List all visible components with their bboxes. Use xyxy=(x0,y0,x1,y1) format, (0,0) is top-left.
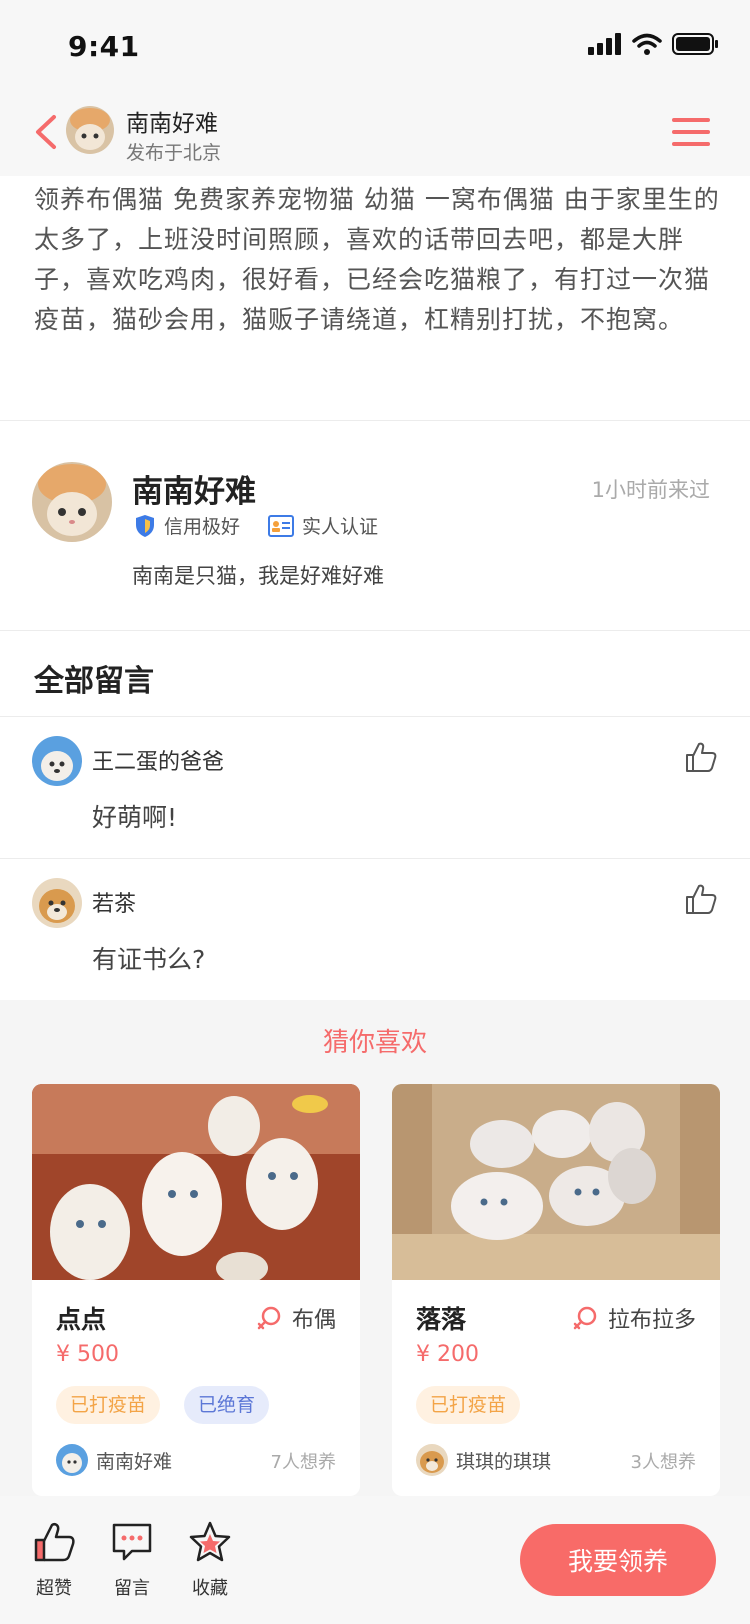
pet-tags: 已打疫苗 已绝育 xyxy=(56,1386,270,1424)
recommend-title: 猜你喜欢 xyxy=(322,1028,427,1058)
pet-breed-label: 拉布拉多 xyxy=(607,1308,696,1333)
want-count: 3人想养 xyxy=(630,1452,696,1473)
last-seen-time: 1小时前来过 xyxy=(591,478,710,502)
publish-location: 发布于北京 xyxy=(126,142,222,164)
credit-badge: 信用极好 xyxy=(134,512,240,539)
owner-name: 琪琪的琪琪 xyxy=(456,1450,552,1473)
pet-name: 落落 xyxy=(416,1305,467,1334)
battery-icon xyxy=(672,33,718,55)
commenter-name[interactable]: 若茶 xyxy=(92,886,136,918)
female-icon xyxy=(257,1306,281,1330)
divider xyxy=(0,858,750,859)
shield-icon xyxy=(136,514,154,537)
pet-card[interactable]: 点点 布偶 ¥ 500 已打疫苗 已绝育 南南好难 7人想养 xyxy=(32,1084,360,1496)
like-label: 超赞 xyxy=(36,1578,72,1599)
commenter-avatar[interactable] xyxy=(32,736,82,786)
wifi-icon xyxy=(632,33,662,55)
publisher-name[interactable]: 南南好难 xyxy=(126,104,218,138)
comment-item: 王二蛋的爸爸 好萌啊! xyxy=(0,720,750,860)
thumbs-up-icon[interactable] xyxy=(684,740,718,774)
pet-name: 点点 xyxy=(56,1305,107,1334)
neutered-tag: 已绝育 xyxy=(184,1386,270,1424)
recommend-section: 猜你喜欢 点点 布偶 ¥ 500 已打疫苗 已绝育 南南好难 7人想养 落落 拉… xyxy=(0,1000,750,1496)
owner-avatar xyxy=(56,1444,88,1476)
verified-badge: 实人认证 xyxy=(268,512,378,539)
owner-info: 琪琪的琪琪 xyxy=(416,1444,551,1476)
bottom-action-bar: 超赞 留言 收藏 我要领养 xyxy=(0,1496,750,1624)
favorite-button[interactable]: 收藏 xyxy=(180,1520,240,1600)
verified-badge-label: 实人认证 xyxy=(302,516,379,538)
like-button[interactable]: 超赞 xyxy=(24,1520,84,1600)
star-icon xyxy=(189,1521,231,1562)
credit-badge-label: 信用极好 xyxy=(164,516,241,538)
commenter-avatar[interactable] xyxy=(32,878,82,928)
thumbs-up-icon xyxy=(34,1522,75,1562)
pet-price: ¥ 500 xyxy=(56,1342,119,1367)
avatar[interactable] xyxy=(66,106,114,154)
vaccinated-tag: 已打疫苗 xyxy=(416,1386,521,1424)
publisher-name-large[interactable]: 南南好难 xyxy=(132,466,256,511)
pet-tags: 已打疫苗 xyxy=(416,1386,521,1424)
thumbs-up-icon[interactable] xyxy=(684,882,718,916)
comment-text: 好萌啊! xyxy=(92,803,178,832)
commenter-name[interactable]: 王二蛋的爸爸 xyxy=(92,744,224,776)
nav-bar: 南南好难 发布于北京 xyxy=(0,88,750,176)
vaccinated-tag: 已打疫苗 xyxy=(56,1386,161,1424)
id-card-icon xyxy=(268,514,295,537)
comment-item: 若茶 有证书么? xyxy=(0,862,750,1002)
female-icon xyxy=(573,1306,597,1330)
status-icons xyxy=(588,32,720,56)
post-description: 领养布偶猫 免费家养宠物猫 幼猫 一窝布偶猫 由于家里生的太多了，上班没时间照顾… xyxy=(34,185,720,334)
favorite-label: 收藏 xyxy=(192,1578,228,1599)
pet-card[interactable]: 落落 拉布拉多 ¥ 200 已打疫苗 琪琪的琪琪 3人想养 xyxy=(392,1084,720,1496)
pet-price: ¥ 200 xyxy=(416,1342,479,1367)
pet-breed: 布偶 xyxy=(256,1302,336,1334)
back-icon[interactable] xyxy=(32,114,60,150)
comment-button[interactable]: 留言 xyxy=(102,1520,162,1600)
adopt-button[interactable]: 我要领养 xyxy=(520,1524,716,1596)
pet-photo[interactable] xyxy=(32,1084,360,1280)
divider xyxy=(0,420,750,421)
comment-icon xyxy=(112,1523,152,1561)
owner-avatar xyxy=(416,1444,448,1476)
pet-breed-label: 布偶 xyxy=(291,1308,336,1333)
comment-text: 有证书么? xyxy=(92,945,206,974)
signal-icon xyxy=(588,33,621,55)
badge-row: 信用极好 实人认证 xyxy=(134,512,406,539)
owner-name: 南南好难 xyxy=(96,1450,173,1473)
owner-info: 南南好难 xyxy=(56,1444,172,1476)
publisher-avatar[interactable] xyxy=(32,462,112,542)
comment-label: 留言 xyxy=(114,1578,150,1599)
publisher-bio: 南南是只猫，我是好难好难 xyxy=(132,564,384,588)
pet-photo[interactable] xyxy=(392,1084,720,1280)
comments-title: 全部留言 xyxy=(34,664,154,699)
status-bar: 9:41 xyxy=(0,0,750,88)
want-count: 7人想养 xyxy=(270,1452,336,1473)
pet-breed: 拉布拉多 xyxy=(572,1302,696,1334)
menu-icon[interactable] xyxy=(672,116,710,148)
divider xyxy=(0,716,750,717)
divider xyxy=(0,630,750,631)
status-time: 9:41 xyxy=(68,30,140,63)
